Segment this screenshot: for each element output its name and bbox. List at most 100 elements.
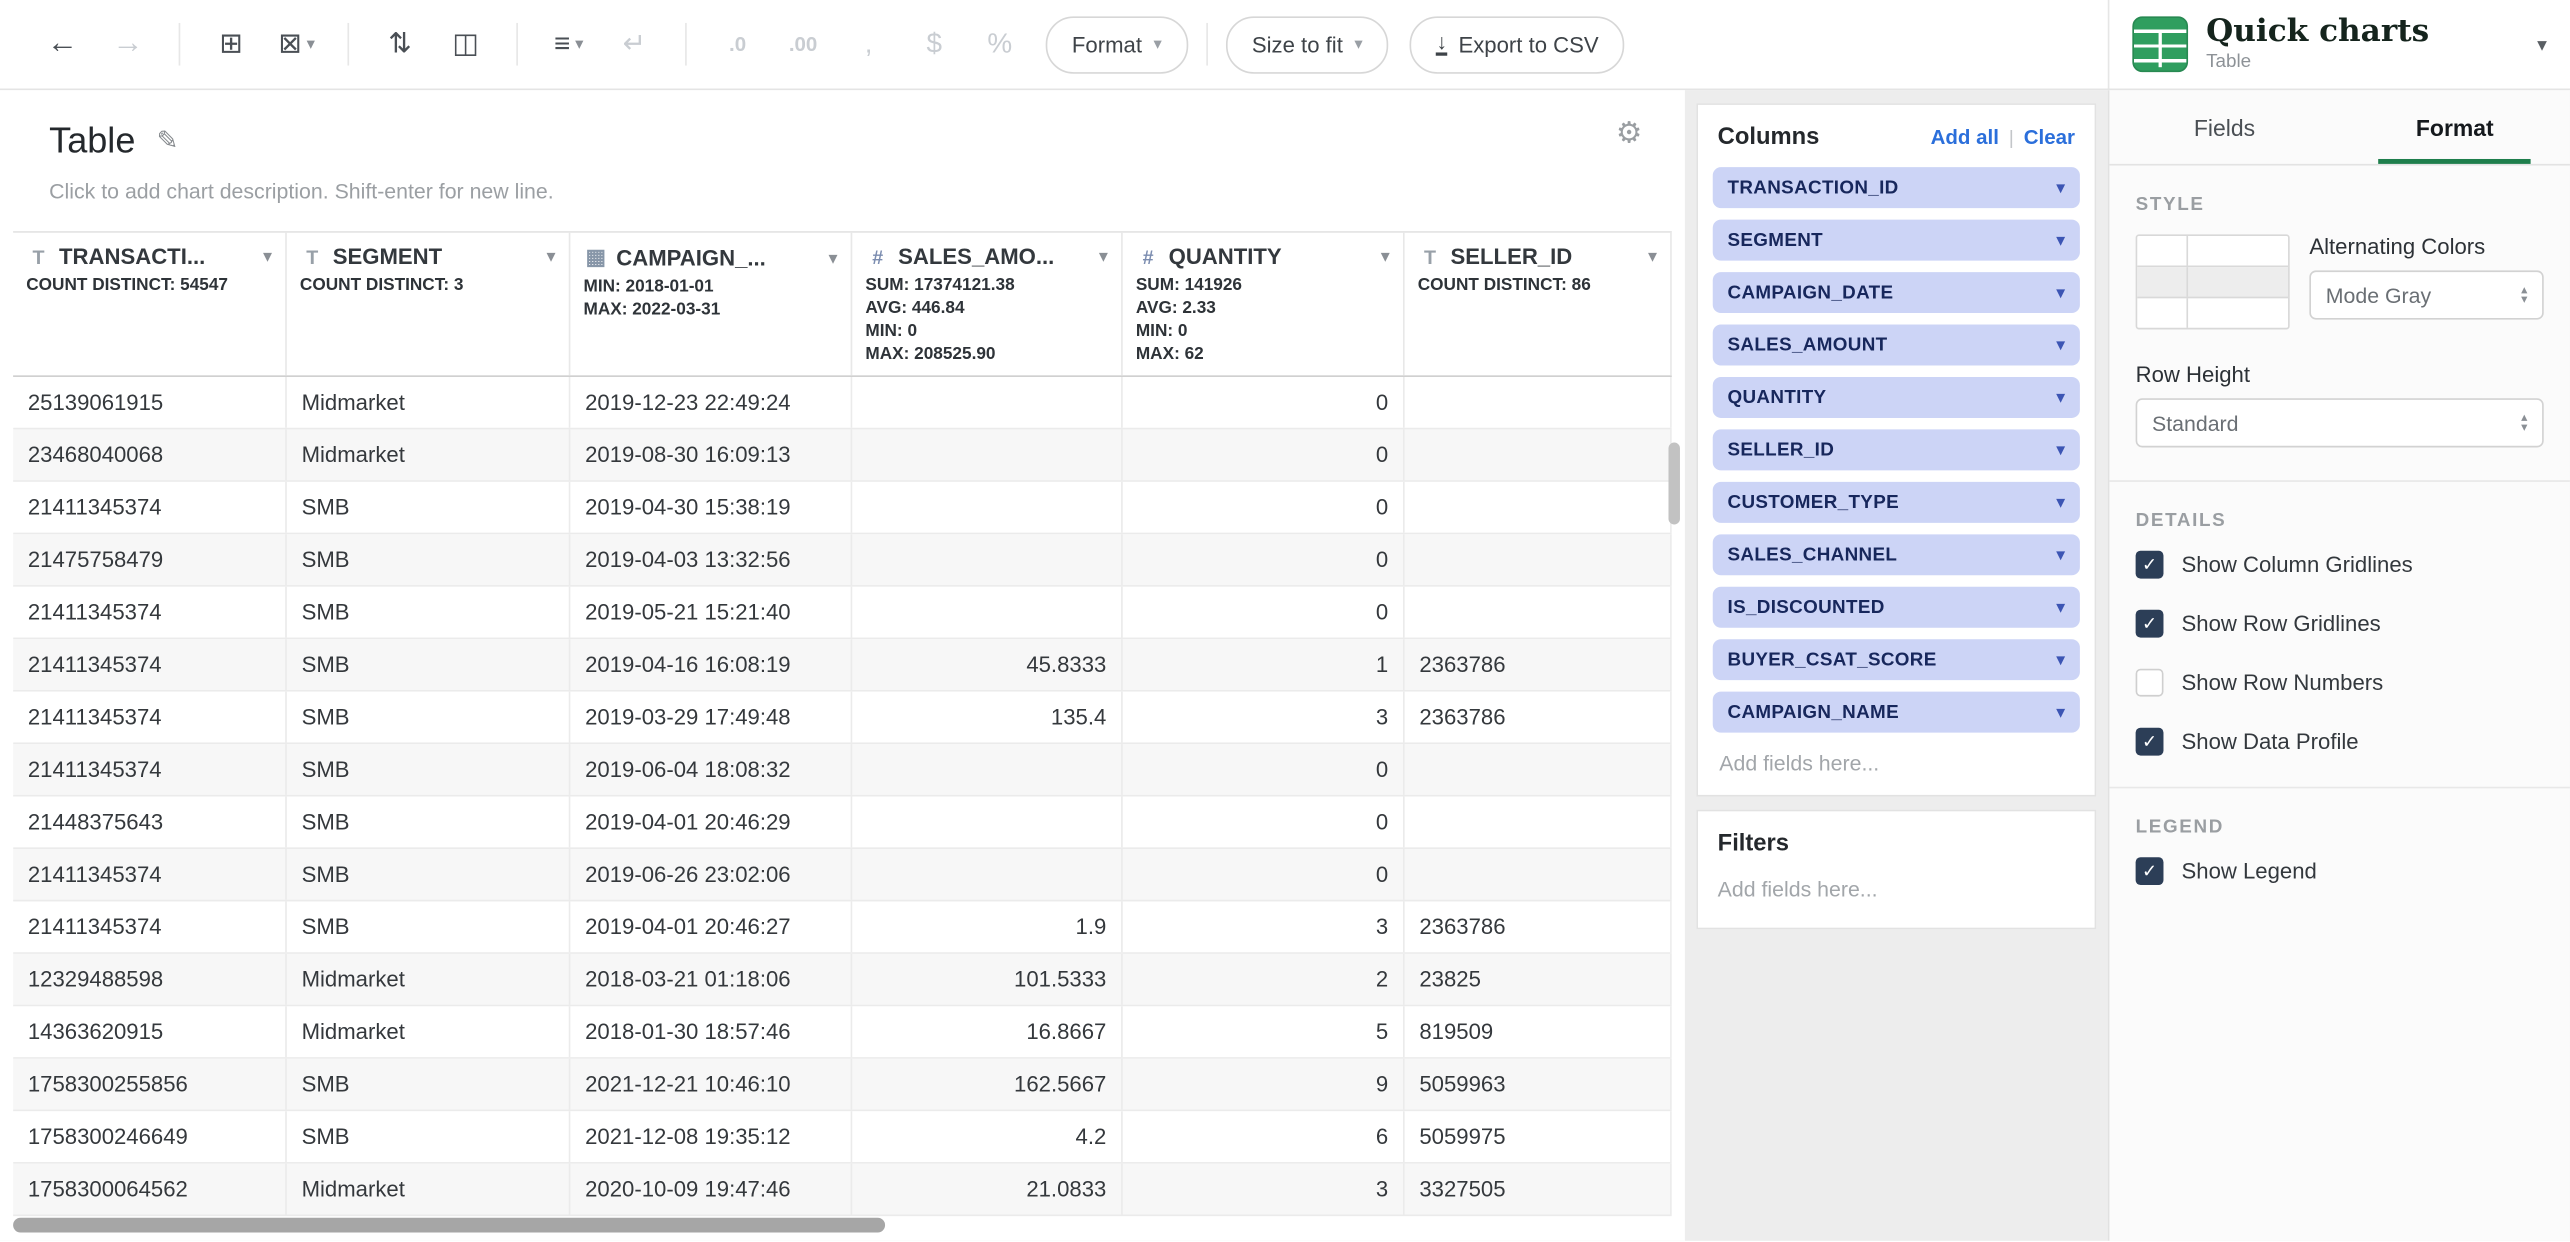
edit-pencil-icon[interactable]: ✎ [157,125,179,158]
option-show-legend[interactable]: ✓Show Legend [2136,857,2544,885]
toolbar-divider [685,23,687,66]
checkbox-icon[interactable]: ✓ [2136,728,2164,756]
percent-format-button[interactable]: % [967,16,1033,72]
tab-fields[interactable]: Fields [2109,90,2339,164]
filters-add-fields-dropzone[interactable]: Add fields here... [1718,857,2075,901]
table-row: 23468040068Midmarket2019-08-30 16:09:130 [13,429,1672,481]
table-cell: 45.8333 [852,639,1122,690]
tab-format[interactable]: Format [2340,90,2570,164]
field-pill-customer_type[interactable]: CUSTOMER_TYPE▾ [1713,482,2080,523]
column-menu-caret-icon[interactable]: ▾ [540,246,556,267]
size-to-fit-button[interactable]: Size to fit ▾ [1226,16,1389,73]
column-header-transacti-[interactable]: TTRANSACTI...▾COUNT DISTINCT: 54547 [13,233,287,376]
format-dropdown-button[interactable]: Format ▾ [1046,16,1188,73]
chart-title[interactable]: Table [49,120,135,163]
column-header-sales-amo-[interactable]: #SALES_AMO...▾SUM: 17374121.38AVG: 446.8… [852,233,1122,376]
gear-icon[interactable]: ⚙ [1616,116,1642,150]
column-menu-caret-icon[interactable]: ▾ [1374,246,1390,267]
table-cell: 5059963 [1405,1059,1672,1110]
pill-caret-icon[interactable]: ▾ [2056,334,2065,355]
field-pill-buyer_csat_score[interactable]: BUYER_CSAT_SCORE▾ [1713,639,2080,680]
horizontal-scrollbar[interactable] [13,1218,885,1233]
field-pill-campaign_name[interactable]: CAMPAIGN_NAME ▾ [1713,692,2080,733]
currency-format-button[interactable]: $ [901,16,967,72]
column-header-campaign-[interactable]: ▦CAMPAIGN_...▾MIN: 2018-01-01MAX: 2022-0… [570,233,852,376]
option-show-data-profile[interactable]: ✓Show Data Profile [2136,728,2544,756]
panel-tabs: Fields Format [2109,90,2570,165]
field-pill-campaign_date[interactable]: CAMPAIGN_DATE▾ [1713,272,2080,313]
column-header-seller-id[interactable]: TSELLER_ID▾COUNT DISTINCT: 86 [1405,233,1672,376]
pill-caret-icon[interactable]: ▾ [2056,649,2065,670]
vertical-scrollbar[interactable] [1669,443,1680,525]
export-csv-button[interactable]: ↓ Export to CSV [1410,16,1625,73]
pill-caret-icon[interactable]: ▾ [2056,439,2065,460]
sort-rows-button[interactable]: ⇅ [367,16,433,72]
chart-header: Table ✎ ⚙ Click to add chart description… [0,90,1685,231]
field-pill-sales_channel[interactable]: SALES_CHANNEL▾ [1713,534,2080,575]
fields-column: Columns Add all | Clear TRANSACTION_ID▾S… [1685,90,2108,1241]
option-show-column-gridlines[interactable]: ✓Show Column Gridlines [2136,551,2544,579]
pill-caret-icon[interactable]: ▾ [2056,597,2065,618]
column-menu-caret-icon[interactable]: ▾ [822,247,838,268]
table-cell: 0 [1123,587,1405,638]
field-pill-is_discounted[interactable]: IS_DISCOUNTED▾ [1713,587,2080,628]
alternating-colors-select[interactable]: Mode Gray ▴▾ [2309,270,2543,319]
duplicate-add-button[interactable]: ⊞ [198,16,264,72]
table-cell: Midmarket [287,954,571,1005]
back-button[interactable]: ← [30,16,96,72]
column-menu-caret-icon[interactable]: ▾ [256,246,272,267]
column-menu-caret-icon[interactable]: ▾ [1641,246,1657,267]
field-pill-segment[interactable]: SEGMENT▾ [1713,220,2080,261]
field-pill-transaction_id[interactable]: TRANSACTION_ID ▾ [1713,167,2080,208]
pill-caret-icon[interactable]: ▾ [2056,177,2065,198]
column-header-quantity[interactable]: #QUANTITY▾SUM: 141926AVG: 2.33MIN: 0MAX:… [1123,233,1405,376]
decimal-decrease-button[interactable]: .0 [705,16,771,72]
checkbox-icon[interactable]: ✓ [2136,610,2164,638]
add-all-link[interactable]: Add all [1931,126,1999,149]
filters-panel-title: Filters [1718,831,2075,857]
chart-type-switcher[interactable]: Quick charts Table ▾ [2108,0,2570,89]
duplicate-remove-button[interactable]: ⊠ ▾ [264,16,330,72]
field-pill-label: TRANSACTION_ID [1728,178,1899,198]
checkbox-icon[interactable] [2136,669,2164,697]
pill-caret-icon[interactable]: ▾ [2056,387,2065,408]
table-cell [1405,534,1672,585]
field-pill-quantity[interactable]: QUANTITY▾ [1713,377,2080,418]
option-show-row-numbers[interactable]: Show Row Numbers [2136,669,2544,697]
columns-panel-title: Columns [1718,125,1820,151]
columns-add-fields-dropzone[interactable]: Add fields here... [1713,744,2080,775]
column-menu-caret-icon[interactable]: ▾ [1092,246,1108,267]
pill-caret-icon[interactable]: ▾ [2056,701,2065,722]
forward-button[interactable]: → [95,16,161,72]
field-pill-sales_amount[interactable]: SALES_AMOUNT▾ [1713,325,2080,366]
column-header-segment[interactable]: TSEGMENT▾COUNT DISTINCT: 3 [287,233,571,376]
thousands-separator-button[interactable]: , [836,16,902,72]
pill-caret-icon[interactable]: ▾ [2056,544,2065,565]
column-stat: MIN: 0 [865,320,1108,343]
pill-caret-icon[interactable]: ▾ [2056,492,2065,513]
row-height-select[interactable]: Standard ▴▾ [2136,398,2544,447]
pill-caret-icon[interactable]: ▾ [2056,229,2065,250]
table-cell: 2019-03-29 17:49:48 [570,692,852,743]
section-divider [2109,480,2570,482]
checkbox-icon[interactable]: ✓ [2136,551,2164,579]
wrap-text-button[interactable]: ↵ [602,16,668,72]
chart-description-placeholder[interactable]: Click to add chart description. Shift-en… [49,179,1636,204]
field-pill-label: CAMPAIGN_NAME [1728,702,1899,722]
table-row: 1758300255856SMB2021-12-21 10:46:10162.5… [13,1059,1672,1111]
text-type-icon: T [300,245,325,268]
align-button[interactable]: ≡ ▾ [536,16,602,72]
columns-icon: ◫ [452,28,478,61]
table-cell [852,587,1122,638]
details-section-header: DETAILS [2136,511,2544,531]
checkbox-icon[interactable]: ✓ [2136,857,2164,885]
option-show-row-gridlines[interactable]: ✓Show Row Gridlines [2136,610,2544,638]
table-row: 12329488598Midmarket2018-03-21 01:18:061… [13,954,1672,1006]
table-cell: SMB [287,1059,571,1110]
decimal-increase-button[interactable]: .00 [770,16,836,72]
clear-link[interactable]: Clear [2024,126,2075,149]
table-row: 21475758479SMB2019-04-03 13:32:560 [13,534,1672,586]
pill-caret-icon[interactable]: ▾ [2056,282,2065,303]
field-pill-seller_id[interactable]: SELLER_ID▾ [1713,429,2080,470]
manage-columns-button[interactable]: ◫ [433,16,499,72]
